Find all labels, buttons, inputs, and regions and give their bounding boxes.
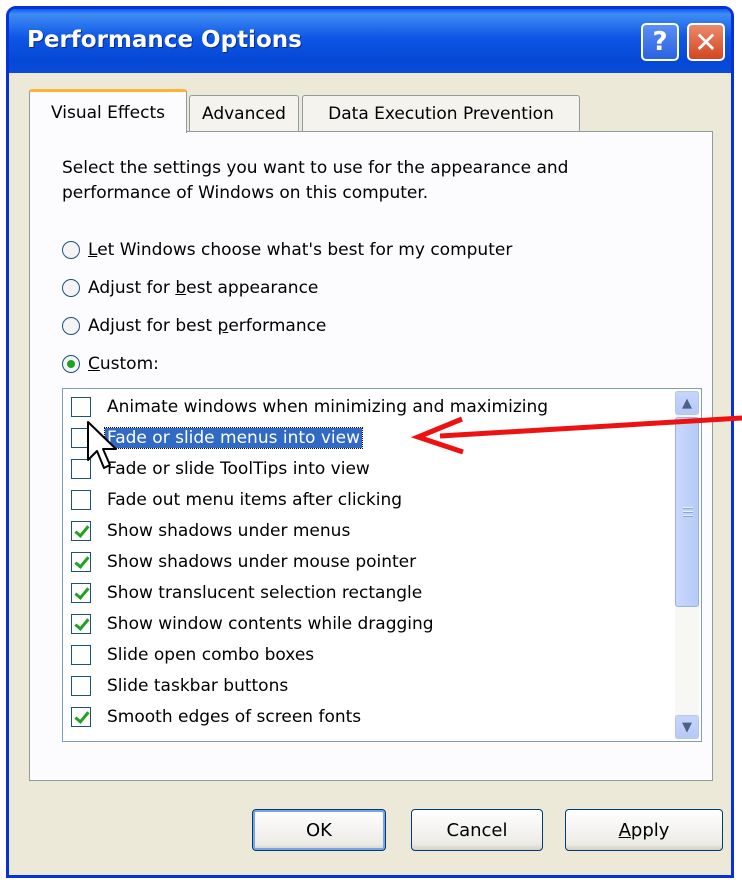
arrow-shaft <box>439 415 742 439</box>
tab-label: Visual Effects <box>51 102 165 123</box>
tab-visual-effects[interactable]: Visual Effects <box>29 89 187 133</box>
mouse-pointer-icon <box>87 421 117 469</box>
